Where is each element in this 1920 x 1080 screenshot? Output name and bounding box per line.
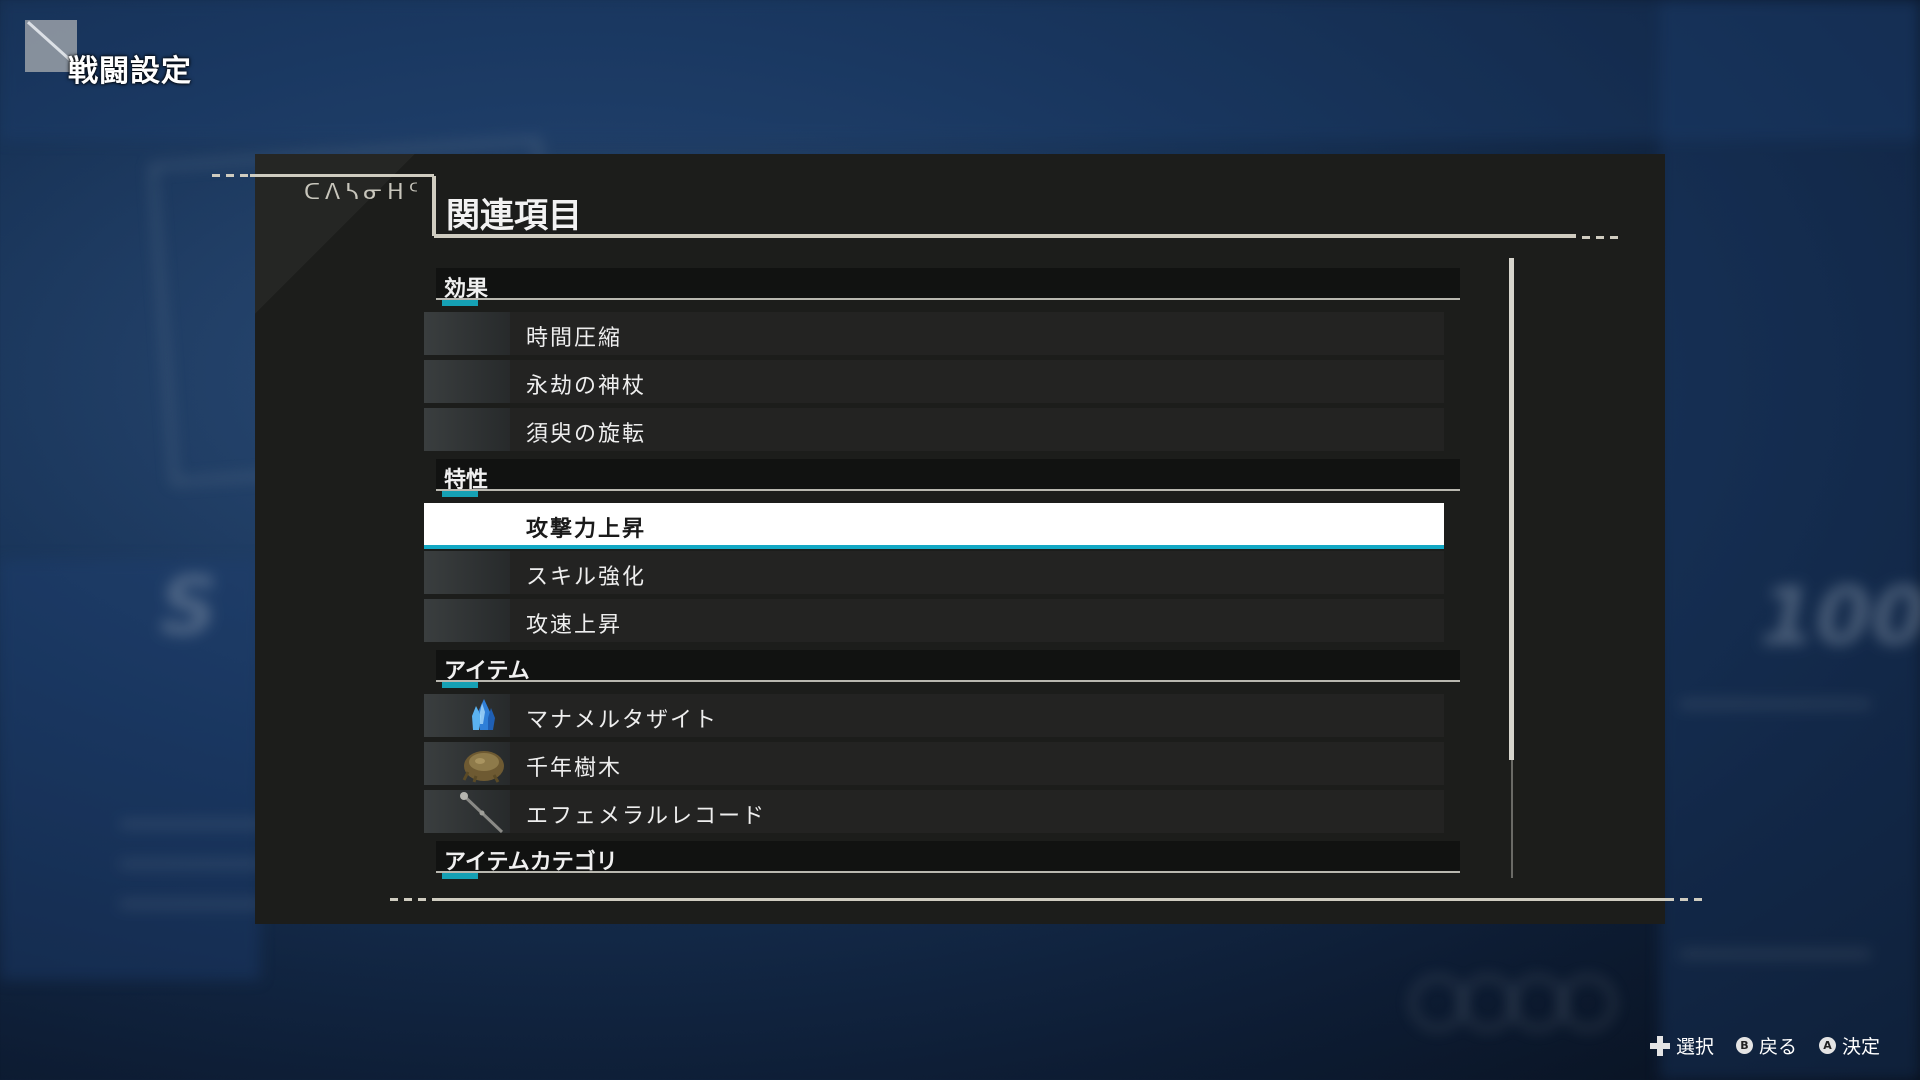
- section-header-items: アイテム: [436, 650, 1460, 688]
- b-button-icon: B: [1735, 1037, 1753, 1054]
- panel-title: 関連項目: [446, 196, 582, 236]
- confirm-prompt[interactable]: A 決定: [1818, 1032, 1880, 1059]
- scrollbar-thumb[interactable]: [1509, 258, 1514, 760]
- item-icon-slot: [424, 360, 510, 403]
- blue-crystal-icon: [472, 699, 495, 730]
- item-icon-slot: [424, 599, 510, 642]
- list-item[interactable]: 千年樹木: [424, 742, 1444, 785]
- select-prompt: 選択: [1649, 1032, 1714, 1059]
- tree-stump-icon: [462, 751, 504, 783]
- item-icon-slot: [424, 790, 510, 834]
- list-item[interactable]: 時間圧縮: [424, 312, 1444, 355]
- back-prompt[interactable]: B 戻る: [1735, 1032, 1797, 1059]
- section-header-effects: 効果: [436, 268, 1460, 306]
- item-icon-slot: [424, 408, 510, 451]
- list-item-selected[interactable]: 攻撃力上昇: [424, 503, 1444, 549]
- dpad-icon: [1649, 1035, 1670, 1056]
- list-item[interactable]: エフェメラルレコード: [424, 790, 1444, 834]
- item-icon-slot: [424, 694, 510, 737]
- list-item[interactable]: スキル強化: [424, 551, 1444, 594]
- panel-category-label: ᑕᐱᓴᓂᕼᑦ: [304, 180, 424, 205]
- screen-title: 戦闘設定: [68, 54, 192, 89]
- a-button-icon: A: [1818, 1037, 1836, 1054]
- section-header-traits: 特性: [436, 459, 1460, 497]
- wand-icon: [460, 792, 504, 834]
- button-prompts: 選択 B 戻る A 決定: [1649, 1032, 1880, 1059]
- list-item[interactable]: マナメルタザイト: [424, 694, 1444, 737]
- item-icon-slot: [424, 551, 510, 594]
- item-icon-slot: [424, 312, 510, 355]
- list-item[interactable]: 攻速上昇: [424, 599, 1444, 642]
- item-icon-slot: [424, 503, 510, 546]
- related-items-list: 効果 時間圧縮 永劫の神杖 須臾の旋転 特性 攻撃力上昇 スキル強化 攻速上昇 …: [424, 268, 1460, 879]
- item-icon-slot: [424, 742, 510, 785]
- list-item[interactable]: 須臾の旋転: [424, 408, 1444, 451]
- list-item[interactable]: 永劫の神杖: [424, 360, 1444, 403]
- section-header-item-category: アイテムカテゴリ: [436, 841, 1460, 879]
